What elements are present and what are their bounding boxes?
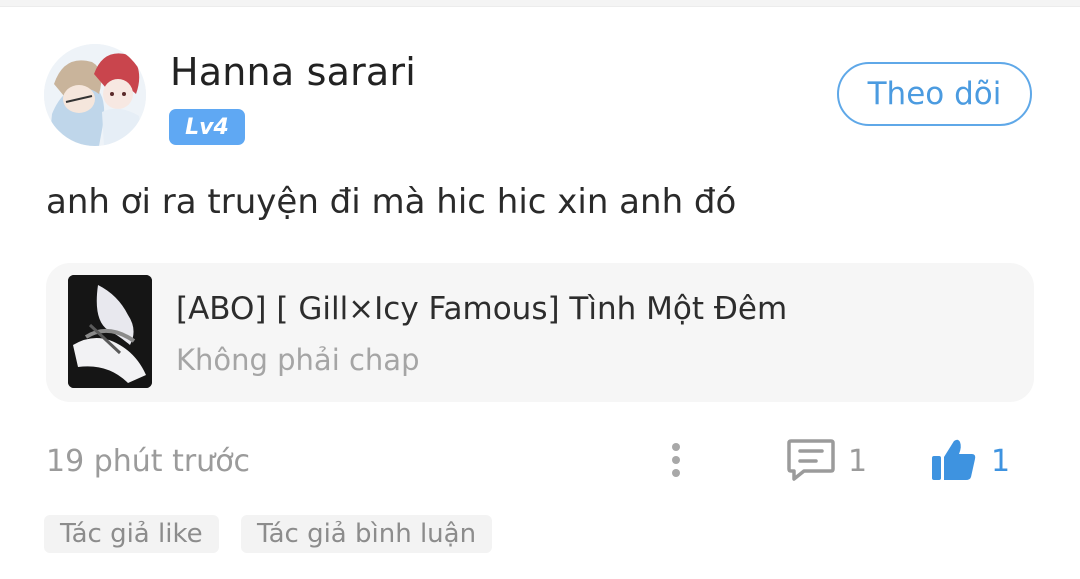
top-divider [0,0,1080,7]
comment-text: anh ơi ra truyện đi mà hic hic xin anh đ… [46,182,737,222]
story-subtitle: Không phải chap [176,343,420,377]
timestamp: 19 phút trước [46,444,251,479]
follow-button[interactable]: Theo dõi [837,62,1032,126]
comment-bubble-icon[interactable] [786,437,836,483]
avatar[interactable] [44,44,146,146]
avatar-illustration [44,44,146,146]
level-badge: Lv4 [169,109,245,145]
like-count: 1 [991,444,1011,479]
story-cover-image [68,275,152,388]
tag-author-like: Tác giả like [44,515,219,553]
more-vertical-icon[interactable] [660,438,692,482]
thumbs-up-icon[interactable] [928,437,978,483]
story-title: [ABO] [ Gill×Icy Famous] Tình Một Đêm [176,291,788,327]
username[interactable]: Hanna sarari [170,50,416,94]
story-card[interactable]: [ABO] [ Gill×Icy Famous] Tình Một Đêm Kh… [46,263,1034,402]
reply-count: 1 [848,444,868,479]
tag-author-comment: Tác giả bình luận [241,515,493,553]
